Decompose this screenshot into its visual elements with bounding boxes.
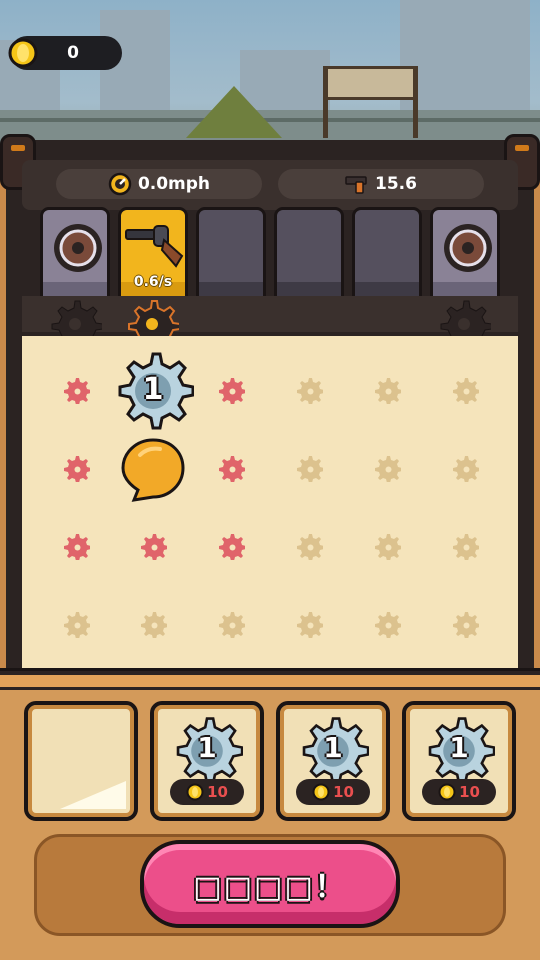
revolver-icon — [125, 225, 184, 268]
board-cell[interactable] — [373, 532, 402, 561]
fire-rate: 0.6/s — [133, 274, 173, 290]
pistol-icon — [345, 176, 367, 194]
gear-level: 1 — [142, 372, 164, 407]
shop-slot-4[interactable]: 1 10 — [402, 701, 516, 821]
coin-icon — [438, 783, 456, 801]
price-value: 10 — [459, 783, 480, 801]
weapon-slot-5[interactable] — [352, 207, 422, 305]
board-cell[interactable] — [373, 454, 402, 483]
market-stall-icon — [324, 66, 418, 100]
tent-icon — [186, 86, 282, 138]
weapon-slot-4[interactable] — [274, 207, 344, 305]
price-tag: 10 — [296, 779, 370, 805]
coin-icon — [312, 783, 330, 801]
price-value: 10 — [207, 783, 228, 801]
board-cell[interactable] — [217, 376, 246, 405]
damage-stat: 15.6 — [278, 169, 484, 199]
shop-gear-level: 1 — [323, 731, 343, 764]
price-tag: 10 — [422, 779, 496, 805]
gear-icon: 1 — [423, 715, 496, 787]
buy-gear-button[interactable]: □□□□！ — [140, 840, 400, 928]
merge-board[interactable] — [22, 336, 518, 668]
shop-slot-1[interactable] — [24, 701, 138, 821]
gear-icon: 1 — [171, 715, 244, 787]
placed-gear[interactable]: 1 — [112, 350, 195, 432]
coin-icon — [186, 783, 204, 801]
weapon-slot-2[interactable]: 0.6/s — [118, 207, 188, 305]
panel-divider — [0, 668, 540, 690]
board-cell[interactable] — [139, 610, 168, 639]
board-cell[interactable] — [62, 454, 91, 483]
speed-stat: 0.0mph — [56, 169, 262, 199]
board-cell[interactable] — [295, 610, 324, 639]
speed-value: 0.0mph — [137, 174, 211, 194]
board-cell[interactable] — [217, 610, 246, 639]
price-tag: 10 — [170, 779, 244, 805]
board-cell[interactable] — [139, 532, 168, 561]
board-cell[interactable] — [451, 376, 480, 405]
coin-counter: 0 — [8, 36, 122, 70]
board-cell[interactable] — [451, 532, 480, 561]
board-cell[interactable] — [217, 454, 246, 483]
price-value: 10 — [333, 783, 354, 801]
speech-bubble-icon — [121, 438, 185, 502]
gear-icon: 1 — [297, 715, 370, 787]
board-cell[interactable] — [217, 532, 246, 561]
wheel-icon — [54, 224, 102, 272]
board-cell[interactable] — [62, 610, 91, 639]
board-cell[interactable] — [295, 376, 324, 405]
weapon-slot-1[interactable] — [40, 207, 110, 305]
board-cell[interactable] — [62, 376, 91, 405]
shop-slot-2[interactable]: 1 10 — [150, 701, 264, 821]
board-cell[interactable] — [373, 376, 402, 405]
board-cell[interactable] — [451, 610, 480, 639]
shop-gear-level: 1 — [449, 731, 469, 764]
board-cell[interactable] — [295, 532, 324, 561]
weapon-slot-3[interactable] — [196, 207, 266, 305]
speedometer-icon — [108, 172, 132, 196]
board-cell[interactable] — [451, 454, 480, 483]
board-cell[interactable] — [62, 532, 91, 561]
damage-value: 15.6 — [375, 174, 417, 194]
board-cell[interactable] — [373, 610, 402, 639]
coin-count: 0 — [67, 43, 79, 63]
coin-icon — [8, 38, 38, 68]
shop-slot-3[interactable]: 1 10 — [276, 701, 390, 821]
shop-gear-level: 1 — [197, 731, 217, 764]
wheel-icon — [444, 224, 492, 272]
board-cell[interactable] — [295, 454, 324, 483]
weapon-slot-6[interactable] — [430, 207, 500, 305]
